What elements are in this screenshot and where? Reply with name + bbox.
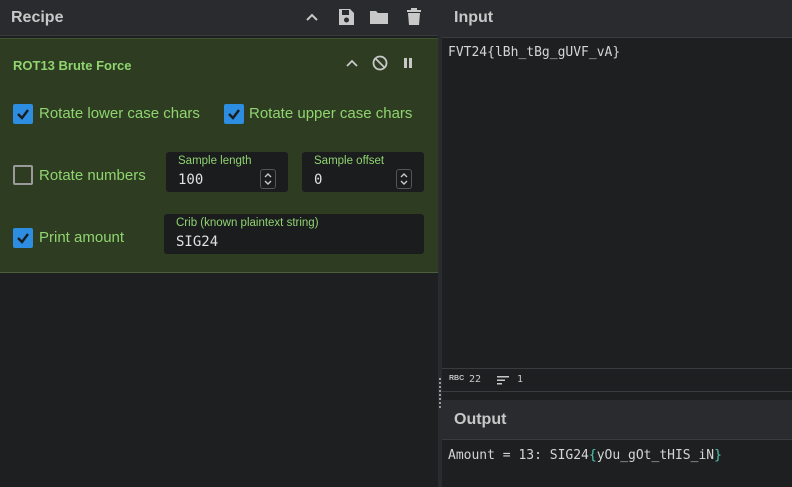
sample-length-field[interactable]: Sample length 100 (166, 152, 288, 192)
input-header: Input (442, 0, 792, 38)
recipe-pane: Recipe ROT13 Brute Force Rotate lower ca… (0, 0, 438, 487)
char-count: 22 (469, 374, 482, 385)
sample-offset-label: Sample offset (314, 155, 385, 167)
output-prefix: Amount = 13: SIG24 (448, 448, 589, 463)
chevron-up-icon[interactable] (301, 6, 323, 28)
crib-label: Crib (known plaintext string) (176, 217, 319, 229)
line-count: 1 (517, 374, 524, 385)
sample-offset-stepper[interactable] (396, 169, 412, 189)
output-title: Output (454, 411, 507, 428)
output-area[interactable]: Amount = 13: SIG24{yOu_gOt_tHIS_iN} (442, 441, 792, 487)
char-count-icon: RBC (449, 375, 465, 382)
output-close-brace: } (714, 448, 722, 463)
save-icon[interactable] (335, 6, 357, 28)
output-text[interactable]: Amount = 13: SIG24{yOu_gOt_tHIS_iN} (448, 448, 722, 463)
disable-icon[interactable] (371, 54, 389, 72)
trash-icon[interactable] (403, 6, 425, 28)
input-text[interactable]: FVT24{lBh_tBg_gUVF_vA} (448, 45, 620, 60)
pane-resize-handle[interactable] (439, 378, 441, 408)
rotate-upper-checkbox[interactable] (224, 104, 244, 124)
crib-field[interactable]: Crib (known plaintext string) SIG24 (164, 214, 424, 254)
operation-title: ROT13 Brute Force (13, 58, 132, 73)
output-header: Output (442, 400, 792, 440)
line-count-icon (497, 375, 509, 388)
operation-card: ROT13 Brute Force Rotate lower case char… (0, 38, 438, 273)
output-open-brace: { (588, 448, 597, 463)
rotate-numbers-label[interactable]: Rotate numbers (39, 167, 146, 184)
print-amount-label[interactable]: Print amount (39, 229, 124, 246)
pause-icon[interactable] (399, 54, 417, 72)
rotate-lower-checkbox[interactable] (13, 104, 33, 124)
collapse-chevron-icon[interactable] (343, 54, 361, 72)
rotate-numbers-checkbox[interactable] (13, 165, 33, 185)
recipe-title: Recipe (11, 9, 64, 26)
input-status-bar: RBC 22 1 (442, 368, 792, 392)
sample-length-stepper[interactable] (260, 169, 276, 189)
sample-length-label: Sample length (178, 155, 252, 167)
rotate-upper-label[interactable]: Rotate upper case chars (249, 105, 412, 122)
crib-input[interactable]: SIG24 (176, 234, 384, 250)
input-title: Input (454, 9, 494, 26)
input-textarea[interactable]: FVT24{lBh_tBg_gUVF_vA} (442, 38, 792, 368)
folder-icon[interactable] (368, 6, 390, 28)
print-amount-checkbox[interactable] (13, 228, 33, 248)
sample-offset-field[interactable]: Sample offset 0 (302, 152, 424, 192)
output-inner: yOu_gOt_tHIS_iN (596, 448, 715, 463)
rotate-lower-label[interactable]: Rotate lower case chars (39, 105, 200, 122)
recipe-header: Recipe (0, 0, 438, 36)
